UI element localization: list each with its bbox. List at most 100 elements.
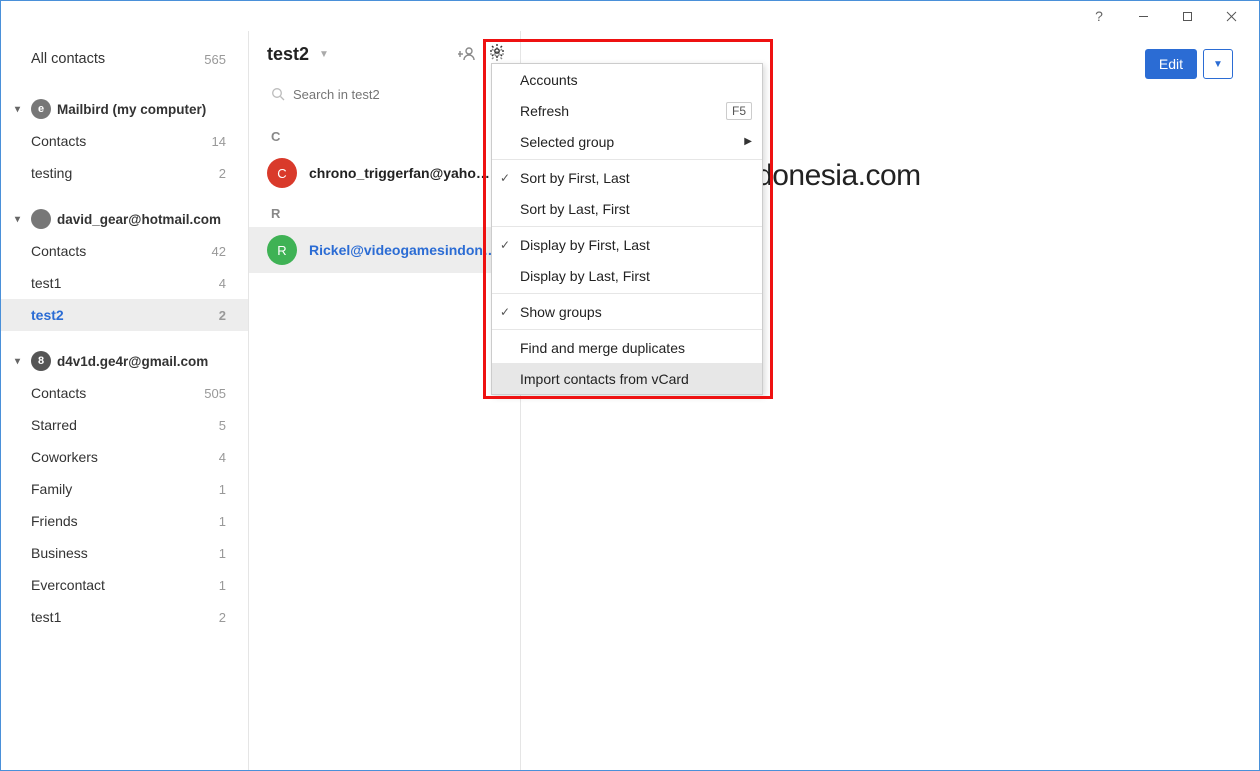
menu-item[interactable]: ✓ Sort by First, Last <box>492 162 762 193</box>
menu-item[interactable]: Refresh F5 <box>492 95 762 126</box>
menu-item-label: Find and merge duplicates <box>520 340 685 356</box>
search-icon <box>271 87 285 101</box>
submenu-arrow-icon: ▶ <box>744 136 752 147</box>
chevron-down-icon: ▾ <box>15 214 25 225</box>
sidebar-item[interactable]: test2 2 <box>1 299 248 331</box>
sidebar-item-count: 505 <box>204 386 226 401</box>
sidebar-all-count: 565 <box>204 52 226 67</box>
sidebar-item-count: 2 <box>219 166 226 181</box>
contact-row[interactable]: RRickel@videogamesindon… <box>249 227 520 273</box>
section-letter: C <box>249 119 520 150</box>
settings-menu: Accounts Refresh F5 Selected group ▶ ✓ Sort by… <box>491 63 763 395</box>
check-icon: ✓ <box>500 305 510 319</box>
menu-item[interactable]: Selected group ▶ <box>492 126 762 157</box>
search-input[interactable] <box>293 87 498 102</box>
edit-button[interactable]: Edit <box>1145 49 1197 79</box>
menu-item-label: Display by Last, First <box>520 268 650 284</box>
sidebar-item[interactable]: test1 4 <box>1 267 248 299</box>
sidebar-item-label: Contacts <box>31 385 86 401</box>
sidebar-item-count: 42 <box>212 244 226 259</box>
list-title: test2 <box>267 44 309 65</box>
sidebar-item-label: Business <box>31 545 88 561</box>
menu-item-label: Import contacts from vCard <box>520 371 689 387</box>
sidebar-item-count: 4 <box>219 450 226 465</box>
sidebar-item-count: 14 <box>212 134 226 149</box>
list-title-dropdown-icon[interactable]: ▼ <box>319 49 329 60</box>
sidebar-item[interactable]: Contacts 42 <box>1 235 248 267</box>
menu-item[interactable]: ✓ Display by First, Last <box>492 229 762 260</box>
sidebar-item[interactable]: Business 1 <box>1 537 248 569</box>
sidebar-item-label: testing <box>31 165 72 181</box>
maximize-button[interactable] <box>1165 2 1209 30</box>
sidebar-item[interactable]: Evercontact 1 <box>1 569 248 601</box>
sidebar-group-name: d4v1d.ge4r@gmail.com <box>57 354 208 369</box>
contact-name: chrono_triggerfan@yaho… <box>309 165 490 181</box>
account-icon: 8 <box>31 351 51 371</box>
contact-name: Rickel@videogamesindon… <box>309 242 497 258</box>
menu-item-label: Show groups <box>520 304 602 320</box>
sidebar-item-count: 2 <box>219 610 226 625</box>
sidebar-item-count: 2 <box>219 308 226 323</box>
sidebar-item[interactable]: testing 2 <box>1 157 248 189</box>
sidebar-item-label: Contacts <box>31 243 86 259</box>
detail-actions: Edit ▼ <box>1145 49 1233 79</box>
help-button[interactable]: ? <box>1077 2 1121 30</box>
edit-dropdown-button[interactable]: ▼ <box>1203 49 1233 79</box>
menu-item[interactable]: Sort by Last, First <box>492 193 762 224</box>
search-box[interactable] <box>263 79 506 109</box>
sidebar-item-label: test1 <box>31 609 61 625</box>
chevron-down-icon: ▾ <box>15 356 25 367</box>
menu-item[interactable]: Accounts <box>492 64 762 95</box>
menu-item[interactable]: Find and merge duplicates <box>492 332 762 363</box>
section-letter: R <box>249 196 520 227</box>
menu-item-label: Sort by Last, First <box>520 201 630 217</box>
menu-item-label: Selected group <box>520 134 614 150</box>
sidebar-item-label: Contacts <box>31 133 86 149</box>
sidebar-item-label: Family <box>31 481 72 497</box>
gear-icon[interactable] <box>489 43 505 64</box>
contact-row[interactable]: Cchrono_triggerfan@yaho… <box>249 150 520 196</box>
menu-shortcut: F5 <box>726 102 752 120</box>
sidebar-item-count: 4 <box>219 276 226 291</box>
sidebar-item-count: 1 <box>219 578 226 593</box>
app-window: ? All contacts 565 ▾eMailbird (my comput… <box>0 0 1260 771</box>
sidebar: All contacts 565 ▾eMailbird (my computer… <box>1 31 249 770</box>
sidebar-all-label: All contacts <box>31 51 105 67</box>
sidebar-item-label: test1 <box>31 275 61 291</box>
menu-item[interactable]: Display by Last, First <box>492 260 762 291</box>
sidebar-item[interactable]: Starred5 <box>1 409 248 441</box>
sidebar-item[interactable]: test1 2 <box>1 601 248 633</box>
check-icon: ✓ <box>500 171 510 185</box>
sidebar-item-count: 1 <box>219 546 226 561</box>
close-button[interactable] <box>1209 2 1253 30</box>
minimize-button[interactable] <box>1121 2 1165 30</box>
sidebar-all-contacts[interactable]: All contacts 565 <box>1 43 248 75</box>
sidebar-item-label: test2 <box>31 307 64 323</box>
menu-item[interactable]: ✓ Show groups <box>492 296 762 327</box>
sidebar-item-label: Friends <box>31 513 78 529</box>
avatar: C <box>267 158 297 188</box>
menu-item[interactable]: Import contacts from vCard <box>492 363 762 394</box>
menu-item-label: Refresh <box>520 103 569 119</box>
check-icon: ✓ <box>500 238 510 252</box>
sidebar-item-count: 5 <box>219 418 226 433</box>
menu-item-label: Sort by First, Last <box>520 170 630 186</box>
sidebar-item[interactable]: Contacts 505 <box>1 377 248 409</box>
add-contact-button[interactable] <box>456 43 478 65</box>
menu-item-label: Display by First, Last <box>520 237 650 253</box>
account-icon: e <box>31 99 51 119</box>
titlebar: ? <box>1 1 1259 31</box>
sidebar-group-name: david_gear@hotmail.com <box>57 212 221 227</box>
sidebar-item-label: Evercontact <box>31 577 105 593</box>
sidebar-group-header[interactable]: ▾ david_gear@hotmail.com <box>1 203 248 235</box>
account-icon <box>31 209 51 229</box>
menu-item-label: Accounts <box>520 72 578 88</box>
sidebar-item[interactable]: Family 1 <box>1 473 248 505</box>
contact-list-column: test2 ▼ CCchrono_triggerfan@yaho…RRRicke… <box>249 31 521 770</box>
sidebar-item[interactable]: Friends1 <box>1 505 248 537</box>
sidebar-item[interactable]: Coworkers4 <box>1 441 248 473</box>
sidebar-group-header[interactable]: ▾ 8 d4v1d.ge4r@gmail.com <box>1 345 248 377</box>
sidebar-group-header[interactable]: ▾eMailbird (my computer) <box>1 93 248 125</box>
sidebar-item-count: 1 <box>219 482 226 497</box>
sidebar-item[interactable]: Contacts 14 <box>1 125 248 157</box>
